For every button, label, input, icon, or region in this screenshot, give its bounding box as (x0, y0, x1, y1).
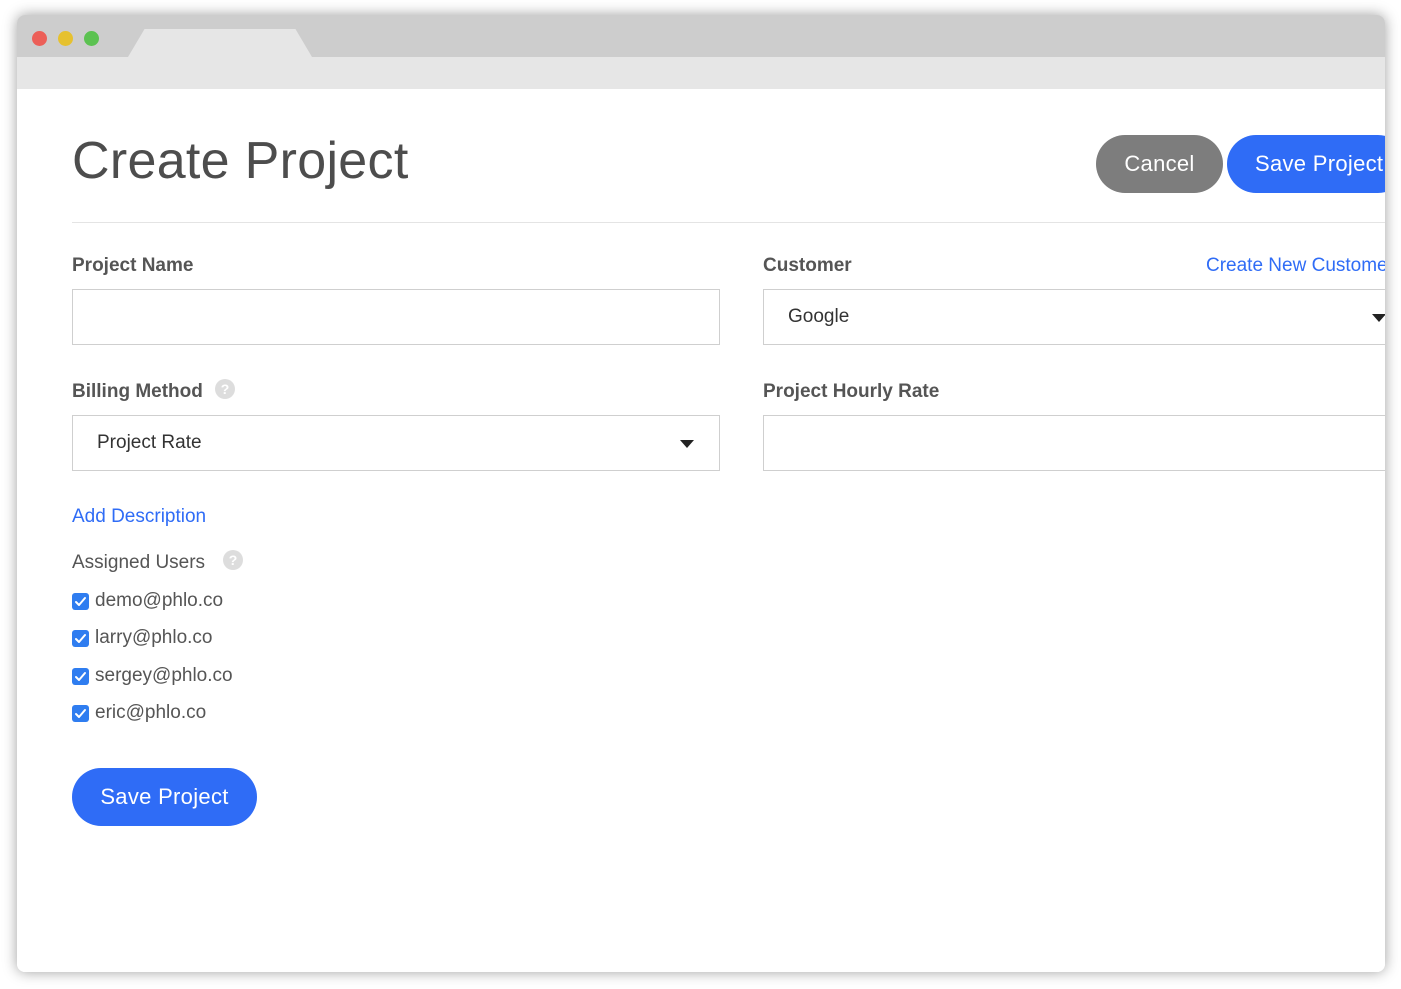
cancel-button[interactable]: Cancel (1096, 135, 1223, 193)
billing-method-select[interactable]: Project Rate (72, 415, 720, 471)
help-icon[interactable]: ? (215, 379, 235, 399)
maximize-window-icon[interactable] (84, 31, 99, 46)
page-title: Create Project (72, 132, 409, 190)
header-divider (72, 222, 1385, 223)
checkmark-icon (75, 709, 86, 718)
project-name-label: Project Name (72, 255, 194, 276)
customer-select[interactable]: Google (763, 289, 1385, 345)
browser-chrome (17, 15, 1385, 89)
customer-label: Customer (763, 255, 852, 276)
hourly-rate-input[interactable] (763, 415, 1385, 471)
checkmark-icon (75, 672, 86, 681)
user-email: demo@phlo.co (95, 590, 224, 611)
user-checkbox[interactable] (72, 630, 89, 647)
save-project-button-top[interactable]: Save Project (1227, 135, 1385, 193)
checkmark-icon (75, 634, 86, 643)
page-content: Create Project Cancel Save Project Proje… (17, 89, 1385, 972)
hourly-rate-label: Project Hourly Rate (763, 381, 940, 402)
chevron-down-icon (680, 440, 694, 448)
assigned-users-label: Assigned Users (72, 552, 206, 573)
customer-selected-value: Google (788, 306, 850, 327)
user-email: eric@phlo.co (95, 702, 207, 723)
chevron-down-icon (1372, 314, 1385, 322)
user-checkbox[interactable] (72, 668, 89, 685)
billing-method-selected-value: Project Rate (97, 432, 202, 453)
user-checkbox[interactable] (72, 593, 89, 610)
browser-tab[interactable] (128, 29, 312, 57)
help-icon[interactable]: ? (223, 550, 243, 570)
user-email: larry@phlo.co (95, 627, 213, 648)
minimize-window-icon[interactable] (58, 31, 73, 46)
add-description-link[interactable]: Add Description (72, 505, 206, 529)
create-new-customer-link[interactable]: Create New Customer (1206, 254, 1385, 278)
browser-window: Create Project Cancel Save Project Proje… (17, 15, 1385, 972)
checkmark-icon (75, 597, 86, 606)
project-name-input[interactable] (72, 289, 720, 345)
user-email: sergey@phlo.co (95, 665, 233, 686)
billing-method-label: Billing Method (72, 381, 203, 402)
save-project-button[interactable]: Save Project (72, 768, 257, 826)
close-window-icon[interactable] (32, 31, 47, 46)
user-checkbox[interactable] (72, 705, 89, 722)
